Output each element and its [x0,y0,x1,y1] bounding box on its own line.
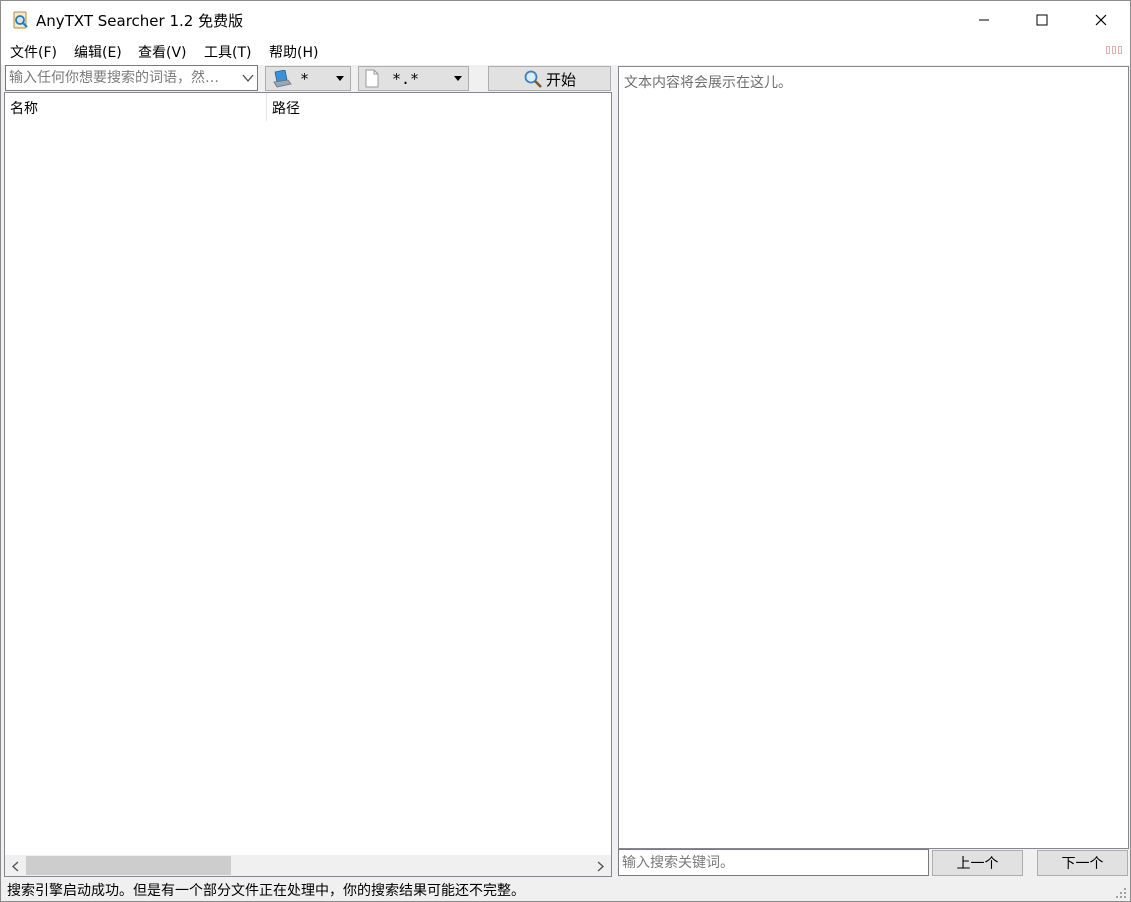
filetype-dropdown[interactable]: *.* [358,66,469,91]
horizontal-scrollbar[interactable] [5,855,611,876]
status-bar: 搜索引擎启动成功。但是有一个部分文件正在处理中，你的搜索结果可能还不完整。 [1,878,1130,901]
menu-edit[interactable]: 编辑(E) [74,42,122,62]
drive-value: * [300,70,310,88]
results-list[interactable]: 名称 路径 [4,92,612,877]
keyword-field[interactable] [618,849,929,876]
blank-file-icon [365,69,379,92]
menu-file[interactable]: 文件(F) [10,42,57,62]
dropdown-arrow-icon [336,76,344,81]
next-match-button[interactable]: 下一个 [1037,850,1128,876]
previous-match-button[interactable]: 上一个 [932,850,1023,876]
app-window: AnyTXT Searcher 1.2 免费版 文件(F) 编辑(E) 查看(V… [0,0,1131,902]
window-title: AnyTXT Searcher 1.2 免费版 [36,12,244,30]
chevron-down-icon[interactable] [242,72,254,84]
text-preview-pane[interactable]: 文本内容将会展示在这儿。 [618,66,1129,849]
filetype-value: *.* [392,70,420,88]
column-header-name[interactable]: 名称 [10,98,38,118]
scroll-left-icon[interactable] [11,860,21,872]
scrollbar-thumb[interactable] [26,856,231,875]
drive-dropdown[interactable]: * [265,66,351,91]
maximize-button[interactable] [1013,1,1071,39]
column-divider[interactable] [266,93,267,121]
start-search-button[interactable]: 开始 [488,66,611,91]
computer-drive-icon [272,69,292,92]
search-icon [523,69,543,93]
keyword-input[interactable] [622,853,922,872]
status-message: 搜索引擎启动成功。但是有一个部分文件正在处理中，你的搜索结果可能还不完整。 [7,883,525,899]
app-logo-icon [12,11,30,30]
search-combobox[interactable] [5,65,258,91]
menu-view[interactable]: 查看(V) [138,42,187,62]
start-button-label: 开始 [546,71,577,89]
close-icon [1095,14,1107,26]
minimize-icon [979,19,989,21]
preview-placeholder: 文本内容将会展示在这儿。 [624,75,792,91]
resize-grip-icon[interactable] [1115,887,1127,899]
minimize-button[interactable] [955,1,1013,39]
menu-grip-icon [1106,46,1124,54]
menu-help[interactable]: 帮助(H) [269,42,318,62]
maximize-icon [1036,14,1048,26]
menu-bar: 文件(F) 编辑(E) 查看(V) 工具(T) 帮助(H) [1,39,1130,65]
scroll-right-icon[interactable] [595,860,605,872]
search-input[interactable] [9,68,234,88]
column-header-path[interactable]: 路径 [272,98,300,118]
menu-tools[interactable]: 工具(T) [204,42,251,62]
dropdown-arrow-icon [454,76,462,81]
close-button[interactable] [1072,1,1130,39]
title-bar[interactable]: AnyTXT Searcher 1.2 免费版 [1,1,1130,39]
